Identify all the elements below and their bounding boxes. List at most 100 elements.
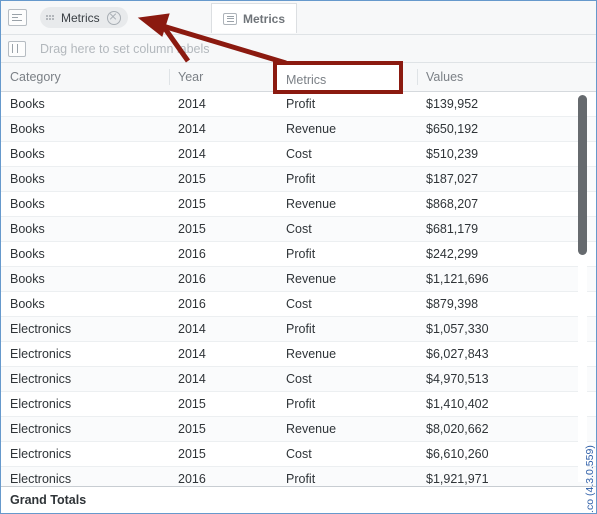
- cell-category: Electronics: [10, 372, 72, 386]
- cell-metric: Revenue: [286, 197, 337, 211]
- cell-year: 2015: [178, 172, 206, 186]
- cell-category: Electronics: [10, 472, 72, 486]
- cell-value: $681,179: [426, 222, 479, 236]
- cell-category: Electronics: [10, 422, 72, 436]
- column-labels-dropzone[interactable]: Drag here to set column labels: [1, 35, 596, 63]
- pivot-grid-window: Metrics Metrics Drag here to set column …: [0, 0, 597, 514]
- cell-category: Books: [10, 97, 45, 111]
- table-row[interactable]: Books 2015 Cost $681,179: [1, 217, 596, 242]
- table-row[interactable]: Electronics 2014 Profit $1,057,330: [1, 317, 596, 342]
- cell-value: $879,398: [426, 297, 479, 311]
- cell-year: 2016: [178, 472, 206, 486]
- cell-metric: Cost: [286, 447, 312, 461]
- cell-category: Books: [10, 222, 45, 236]
- cell-value: $650,192: [426, 122, 479, 136]
- cell-category: Books: [10, 122, 45, 136]
- cell-value: $139,952: [426, 97, 479, 111]
- table-row[interactable]: Books 2016 Profit $242,299: [1, 242, 596, 267]
- tab-metrics[interactable]: Metrics: [211, 3, 298, 33]
- watermark-text: http://vitara.co (4.3.0.559): [584, 445, 596, 514]
- table-row[interactable]: Books 2015 Profit $187,027: [1, 167, 596, 192]
- cell-value: $1,410,402: [426, 397, 489, 411]
- cell-metric: Revenue: [286, 347, 337, 361]
- column-labels-placeholder: Drag here to set column labels: [40, 41, 210, 56]
- cell-category: Books: [10, 197, 45, 211]
- table-row[interactable]: Books 2016 Cost $879,398: [1, 292, 596, 317]
- cell-metric: Profit: [286, 397, 316, 411]
- table-row[interactable]: Books 2016 Revenue $1,121,696: [1, 267, 596, 292]
- drag-grip-icon[interactable]: [46, 15, 54, 20]
- cell-metric: Profit: [286, 322, 316, 336]
- cell-metric: Cost: [286, 222, 312, 236]
- cell-metric: Revenue: [286, 422, 337, 436]
- cell-year: 2015: [178, 222, 206, 236]
- table-row[interactable]: Books 2014 Cost $510,239: [1, 142, 596, 167]
- table-row[interactable]: Electronics 2016 Profit $1,921,971: [1, 467, 596, 487]
- tab-metrics-label: Metrics: [243, 11, 286, 26]
- cell-value: $1,921,971: [426, 472, 489, 486]
- cell-category: Electronics: [10, 347, 72, 361]
- cell-metric: Cost: [286, 147, 312, 161]
- cell-value: $6,610,260: [426, 447, 489, 461]
- table-row[interactable]: Books 2014 Revenue $650,192: [1, 117, 596, 142]
- cell-metric: Profit: [286, 97, 316, 111]
- cell-year: 2016: [178, 247, 206, 261]
- field-chip-label: Metrics: [61, 10, 100, 25]
- cell-category: Books: [10, 147, 45, 161]
- cell-category: Electronics: [10, 447, 72, 461]
- table-row[interactable]: Electronics 2014 Cost $4,970,513: [1, 367, 596, 392]
- column-header-values[interactable]: Values: [417, 63, 572, 91]
- remove-circle-icon[interactable]: [106, 10, 121, 25]
- vertical-scrollbar-thumb[interactable]: [578, 95, 587, 255]
- cell-year: 2014: [178, 97, 206, 111]
- cell-metric: Cost: [286, 372, 312, 386]
- rows-zone-icon: [8, 9, 27, 26]
- cell-value: $8,020,662: [426, 422, 489, 436]
- cell-metric: Revenue: [286, 122, 337, 136]
- cell-value: $242,299: [426, 247, 479, 261]
- grid-body: Books 2014 Profit $139,952 Books 2014 Revenue $…: [1, 92, 596, 487]
- table-row[interactable]: Electronics 2015 Profit $1,410,402: [1, 392, 596, 417]
- cell-year: 2016: [178, 297, 206, 311]
- cell-category: Books: [10, 297, 45, 311]
- cell-year: 2014: [178, 347, 206, 361]
- cell-value: $6,027,843: [426, 347, 489, 361]
- grid-header-row: Category Year Metrics Values: [1, 63, 596, 92]
- cell-value: $1,057,330: [426, 322, 489, 336]
- list-icon: [223, 12, 237, 25]
- table-row[interactable]: Books 2014 Profit $139,952: [1, 92, 596, 117]
- cell-year: 2016: [178, 272, 206, 286]
- table-row[interactable]: Electronics 2015 Revenue $8,020,662: [1, 417, 596, 442]
- cell-year: 2015: [178, 447, 206, 461]
- column-header-category[interactable]: Category: [1, 63, 169, 91]
- table-row[interactable]: Electronics 2014 Revenue $6,027,843: [1, 342, 596, 367]
- cell-metric: Profit: [286, 247, 316, 261]
- cell-year: 2015: [178, 422, 206, 436]
- cell-year: 2015: [178, 197, 206, 211]
- cell-metric: Revenue: [286, 272, 337, 286]
- cell-year: 2015: [178, 397, 206, 411]
- column-header-year[interactable]: Year: [169, 63, 277, 91]
- cell-value: $187,027: [426, 172, 479, 186]
- columns-zone-icon: [8, 40, 26, 57]
- cell-value: $868,207: [426, 197, 479, 211]
- grand-totals-label: Grand Totals: [10, 493, 87, 507]
- field-chip-metrics[interactable]: Metrics: [40, 7, 128, 28]
- cell-category: Electronics: [10, 322, 72, 336]
- column-header-metrics[interactable]: Metrics: [277, 63, 417, 91]
- cell-category: Books: [10, 247, 45, 261]
- cell-metric: Cost: [286, 297, 312, 311]
- cell-metric: Profit: [286, 472, 316, 486]
- table-row[interactable]: Books 2015 Revenue $868,207: [1, 192, 596, 217]
- cell-category: Books: [10, 172, 45, 186]
- watermark: http://vitara.co (4.3.0.559): [583, 371, 596, 514]
- cell-value: $1,121,696: [426, 272, 489, 286]
- cell-year: 2014: [178, 372, 206, 386]
- cell-category: Books: [10, 272, 45, 286]
- row-fields-bar: Metrics Metrics: [1, 1, 596, 35]
- cell-metric: Profit: [286, 172, 316, 186]
- cell-category: Electronics: [10, 397, 72, 411]
- table-row[interactable]: Electronics 2015 Cost $6,610,260: [1, 442, 596, 467]
- cell-year: 2014: [178, 147, 206, 161]
- cell-value: $4,970,513: [426, 372, 489, 386]
